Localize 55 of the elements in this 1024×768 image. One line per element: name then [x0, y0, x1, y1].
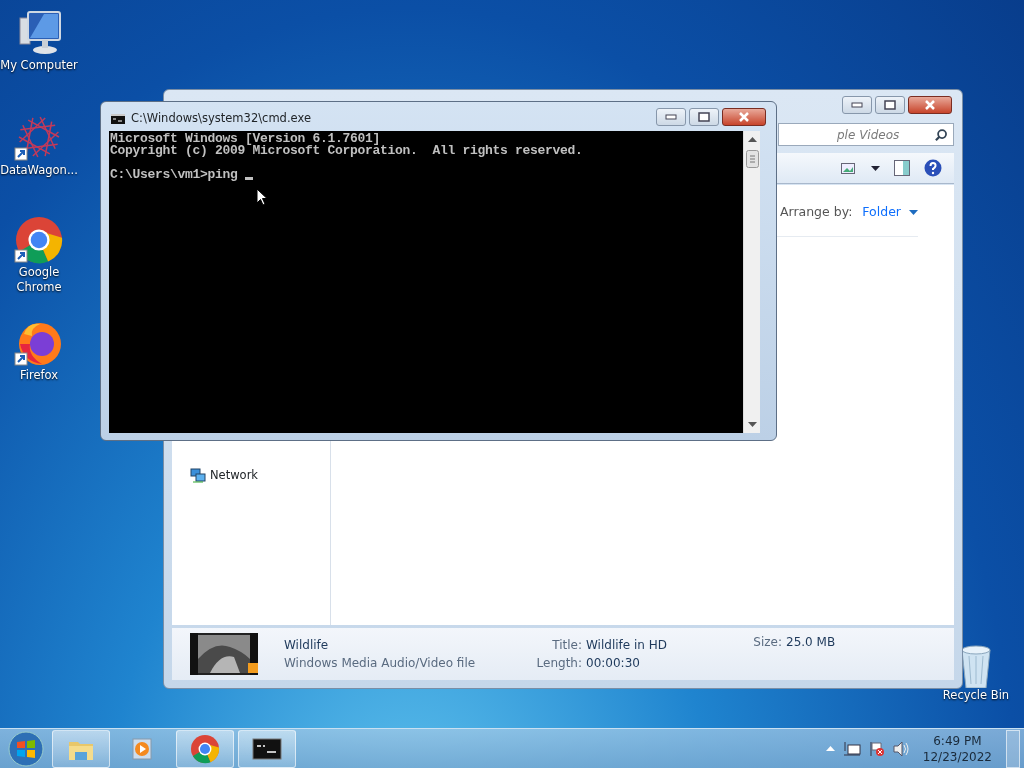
flag-icon[interactable] [868, 740, 885, 757]
clock[interactable]: 6:49 PM 12/23/2022 [922, 732, 992, 765]
scroll-thumb[interactable] [746, 150, 759, 168]
field-label: Title: [551, 637, 582, 654]
maximize-button[interactable] [875, 96, 905, 114]
close-icon [738, 112, 750, 122]
field-value: 25.0 MB [786, 634, 836, 651]
view-icon[interactable] [841, 162, 855, 174]
file-type: Windows Media Audio/Video file [284, 655, 477, 672]
scrollbar[interactable] [743, 131, 760, 433]
icon-label[interactable]: Recycle Bin [942, 688, 1010, 703]
search-input[interactable]: ple Videos [779, 124, 935, 145]
icon-label[interactable]: My Computer [0, 58, 78, 73]
nav-item[interactable]: Network [210, 467, 259, 485]
text-cursor [245, 177, 254, 180]
dropdown-icon[interactable] [871, 165, 880, 171]
network-icon[interactable] [842, 740, 861, 757]
minimize-icon [851, 102, 863, 108]
arrange-label: Arrange by: [779, 203, 853, 221]
chrome-icon [190, 733, 220, 764]
maximize-icon [884, 100, 896, 110]
field-label: Size: [752, 634, 782, 651]
icon-label[interactable]: Firefox [19, 368, 59, 383]
close-button[interactable] [908, 96, 952, 114]
speaker-icon[interactable] [892, 740, 909, 757]
console-prompt: C:\Users\vm1>ping [110, 169, 239, 181]
arrange-dropdown[interactable]: Folder [862, 203, 918, 222]
minimize-button[interactable] [656, 108, 686, 126]
search-icon [934, 127, 947, 142]
search-field[interactable]: ple Videos [778, 123, 954, 146]
caret-icon [909, 209, 918, 215]
close-icon [924, 100, 936, 110]
network-icon [190, 467, 206, 484]
mouse-pointer-icon [256, 188, 268, 206]
preview-pane-icon[interactable] [894, 160, 910, 176]
console-line: Microsoft Windows [Version 6.1.7601] [110, 133, 381, 145]
help-icon[interactable] [924, 159, 942, 177]
maximize-button[interactable] [689, 108, 719, 126]
console-line: Copyright (c) 2009 Microsoft Corporation. All rights reserved. [110, 145, 584, 157]
maximize-icon [698, 112, 710, 122]
field-value: 00:00:30 [586, 655, 640, 672]
field-value: Wildlife in HD [586, 637, 667, 654]
scroll-up-icon [748, 137, 757, 142]
icon-label[interactable]: DataWagon... [0, 163, 78, 178]
field-label: Length: [535, 655, 582, 672]
icon-label[interactable]: Google Chrome [0, 265, 82, 295]
chrome-icon [14, 215, 64, 265]
scroll-down-icon [748, 422, 757, 427]
window-title: C:\Windows\system32\cmd.exe [131, 110, 311, 127]
taskbar-button[interactable] [238, 729, 296, 768]
console-icon [111, 113, 125, 124]
minimize-icon [665, 114, 677, 120]
close-button[interactable] [722, 108, 766, 126]
file-name: Wildlife [284, 637, 330, 654]
minimize-button[interactable] [842, 96, 872, 114]
